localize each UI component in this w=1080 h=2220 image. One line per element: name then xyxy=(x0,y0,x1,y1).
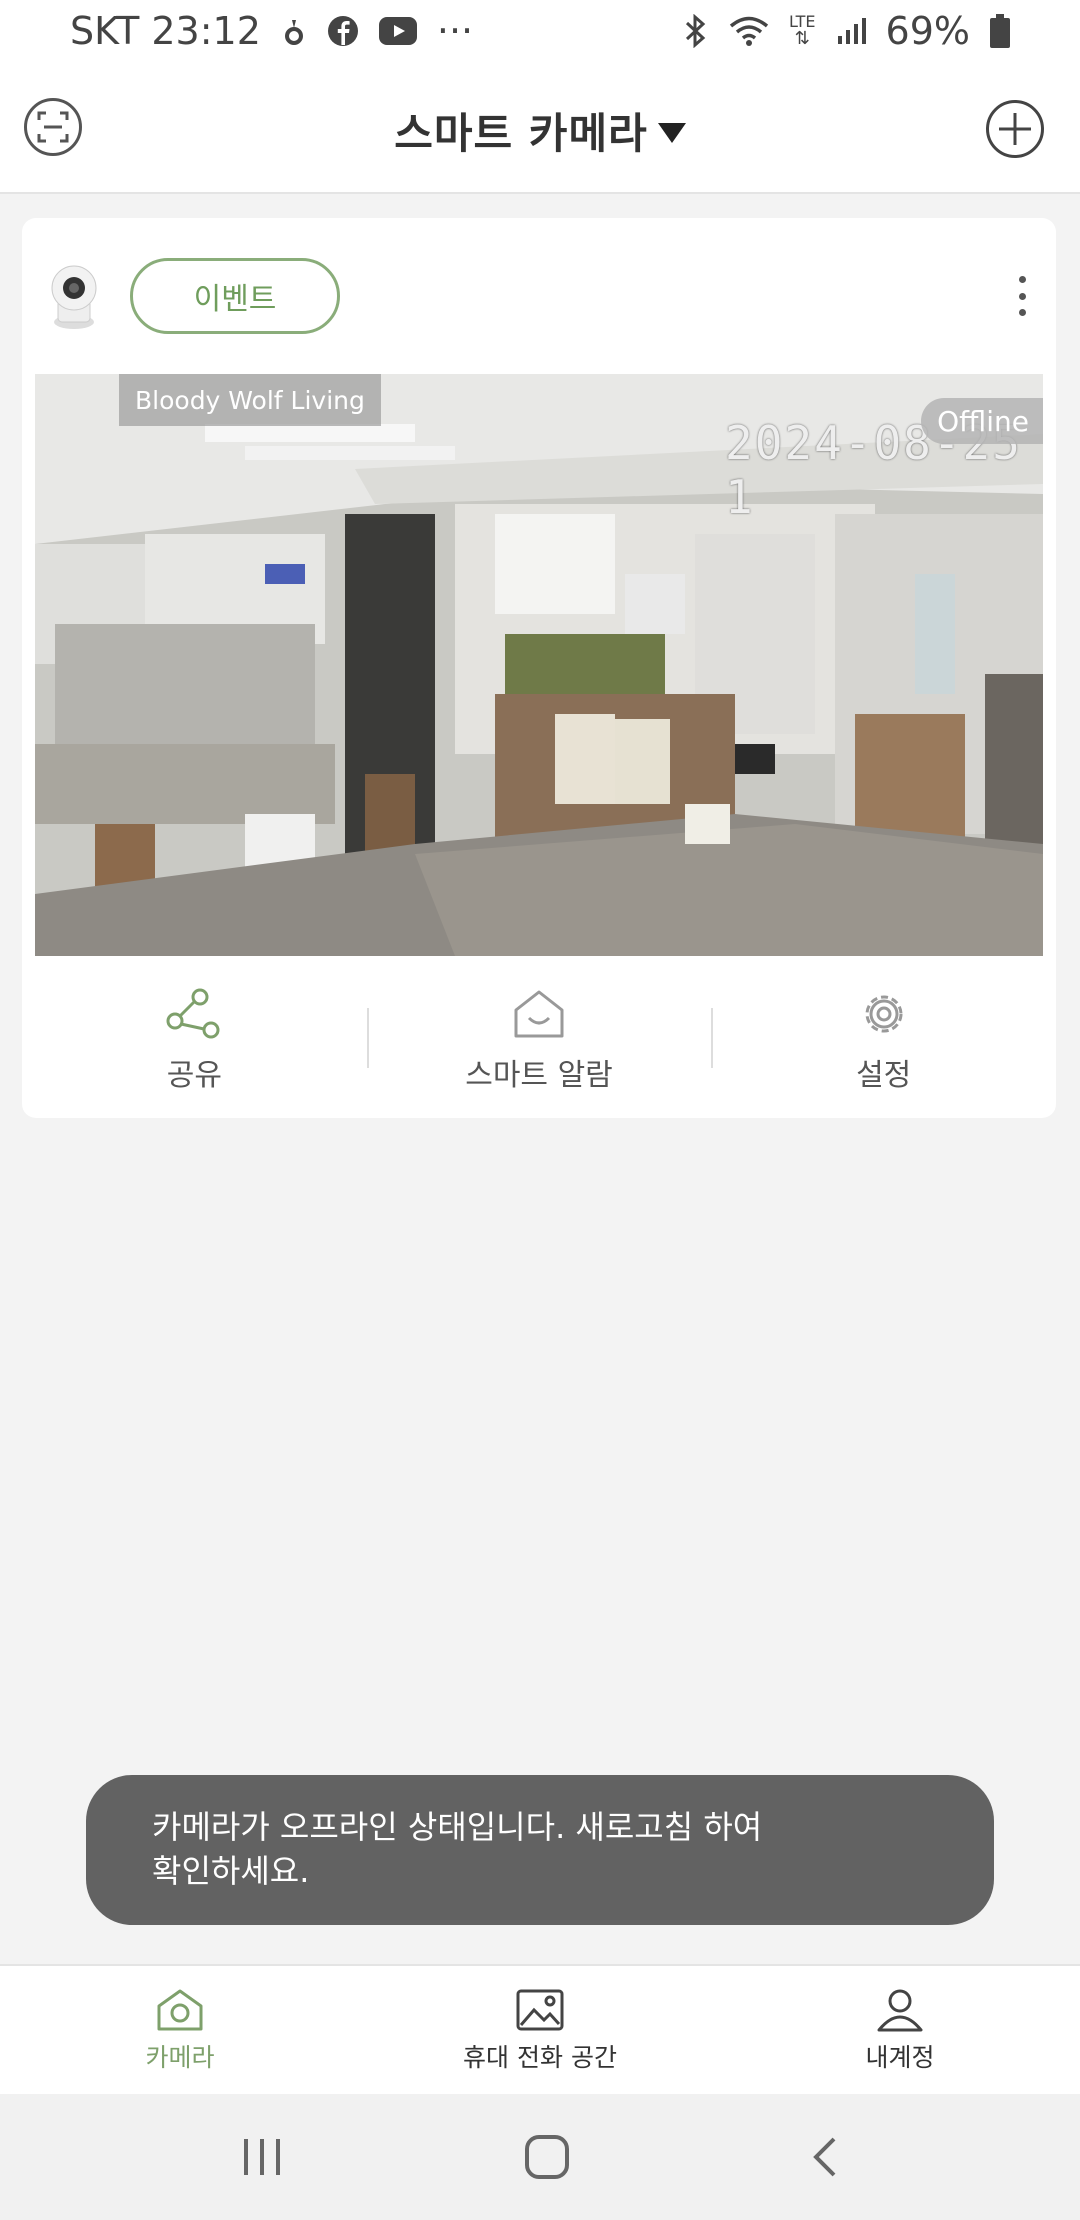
recent-apps-icon[interactable] xyxy=(240,2137,284,2177)
title-dropdown[interactable]: 스마트 카메라 xyxy=(0,100,1080,161)
carrier-time: SKT 23:12 xyxy=(70,9,261,53)
nav-phone-space-label: 휴대 전화 공간 xyxy=(463,2043,617,2072)
bluetooth-icon xyxy=(683,14,709,48)
person-icon xyxy=(877,1989,923,2032)
nav-camera-label: 카메라 xyxy=(145,2043,215,2072)
back-icon[interactable] xyxy=(810,2135,840,2179)
nav-my-account-label: 내계정 xyxy=(865,2043,935,2072)
camera-device-icon xyxy=(51,265,97,329)
smart-alarm-label: 스마트 알람 xyxy=(465,1058,613,1093)
share-button[interactable]: 공유 xyxy=(22,978,367,1098)
lte-icon: LTE ⇅ xyxy=(788,12,816,49)
nav-phone-space[interactable]: 휴대 전화 공간 xyxy=(360,1966,720,2094)
system-nav-bar xyxy=(0,2094,1080,2220)
offline-toast: 카메라가 오프라인 상태입니다. 새로고침 하여 확인하세요. xyxy=(86,1775,994,1925)
camera-name-label: Bloody Wolf Living xyxy=(119,374,381,426)
home-button-icon[interactable] xyxy=(524,2134,570,2180)
page-title: 스마트 카메라 xyxy=(394,109,648,158)
event-button[interactable]: 이벤트 xyxy=(130,258,340,334)
camera-home-icon xyxy=(157,1989,203,2031)
gallery-icon xyxy=(516,1989,564,2031)
signal-icon xyxy=(836,16,866,46)
smart-alarm-button[interactable]: 스마트 알람 xyxy=(366,978,712,1098)
camera-preview[interactable]: 2024-08-25 1 Bloody Wolf Living Offline xyxy=(35,374,1043,956)
youtube-icon xyxy=(378,17,417,45)
facebook-icon xyxy=(327,15,359,47)
battery-percent: 69% xyxy=(885,9,970,53)
gear-icon xyxy=(865,995,903,1033)
more-notifications: ··· xyxy=(436,9,474,53)
home-icon xyxy=(514,990,564,1038)
caret-down-icon xyxy=(657,122,686,143)
add-device-button[interactable] xyxy=(986,100,1044,158)
settings-label: 설정 xyxy=(856,1058,912,1093)
bottom-nav: 카메라 휴대 전화 공간 내계정 xyxy=(0,1964,1080,2094)
wifi-icon xyxy=(729,15,769,47)
toast-line-1: 카메라가 오프라인 상태입니다. 새로고침 하여 xyxy=(152,1808,763,1846)
offline-badge: Offline xyxy=(921,398,1043,444)
camera-actions: 공유 스마트 알람 설정 xyxy=(22,978,1056,1098)
camera-card: 이벤트 2024-08-25 1 Bloody Wolf Living Offl… xyxy=(22,218,1056,1118)
plus-icon xyxy=(999,113,1031,145)
status-bar: SKT 23:12 ··· LTE ⇅ 69% xyxy=(0,0,1080,62)
app-header: 스마트 카메라 xyxy=(0,62,1080,194)
share-label: 공유 xyxy=(166,1058,222,1093)
share-icon xyxy=(166,988,220,1039)
settings-button[interactable]: 설정 xyxy=(711,978,1056,1098)
battery-icon xyxy=(990,14,1010,48)
notification-icon xyxy=(281,16,307,46)
nav-my-account[interactable]: 내계정 xyxy=(720,1966,1080,2094)
nav-camera[interactable]: 카메라 xyxy=(0,1966,360,2094)
more-options-icon[interactable] xyxy=(1010,276,1034,316)
toast-line-2: 확인하세요. xyxy=(152,1852,310,1890)
